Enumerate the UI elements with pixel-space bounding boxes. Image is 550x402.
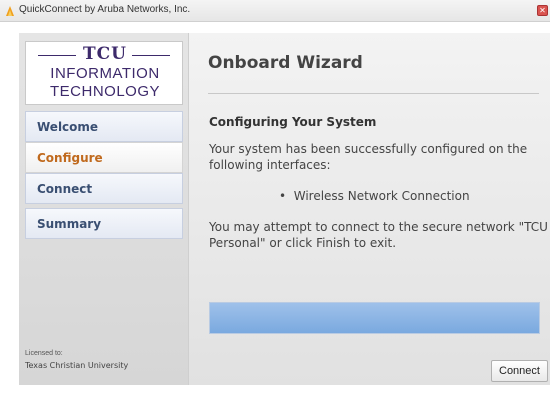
sidebar-item-welcome[interactable]: Welcome xyxy=(25,111,183,142)
logo-brand: TCU xyxy=(82,44,127,64)
section-heading: Configuring Your System xyxy=(209,115,377,129)
aruba-flame-icon xyxy=(6,6,14,16)
sidebar-item-configure[interactable]: Configure xyxy=(25,142,183,173)
quickconnect-window: QuickConnect by Aruba Networks, Inc. ✕ T… xyxy=(0,0,550,402)
interface-list-item: • Wireless Network Connection xyxy=(279,189,470,203)
logo-line-technology: TECHNOLOGY xyxy=(49,83,160,100)
interface-name: Wireless Network Connection xyxy=(293,189,470,203)
status-message: Your system has been successfully config… xyxy=(209,142,528,172)
sidebar-item-summary[interactable]: Summary xyxy=(25,208,183,239)
wizard-sidebar: TCU INFORMATION TECHNOLOGY Welcome Confi… xyxy=(19,33,189,385)
licensed-to-label: Licensed to: xyxy=(25,350,63,357)
logo-line-information: INFORMATION xyxy=(50,65,160,82)
wizard-content: Onboard Wizard Configuring Your System Y… xyxy=(199,33,550,385)
progress-bar xyxy=(209,302,540,334)
title-bar: QuickConnect by Aruba Networks, Inc. ✕ xyxy=(0,0,550,22)
sidebar-item-connect[interactable]: Connect xyxy=(25,173,183,204)
wizard-client-area: TCU INFORMATION TECHNOLOGY Welcome Confi… xyxy=(19,33,550,385)
tcu-it-logo: TCU INFORMATION TECHNOLOGY xyxy=(25,41,183,105)
title-divider xyxy=(208,93,539,94)
licensed-to-value: Texas Christian University xyxy=(25,361,129,370)
close-icon[interactable]: ✕ xyxy=(537,5,548,16)
instruction-message: You may attempt to connect to the secure… xyxy=(209,220,548,250)
page-title: Onboard Wizard xyxy=(208,53,363,73)
window-title: QuickConnect by Aruba Networks, Inc. xyxy=(19,4,191,15)
progress-fill xyxy=(210,303,539,333)
connect-button[interactable]: Connect xyxy=(491,360,548,382)
